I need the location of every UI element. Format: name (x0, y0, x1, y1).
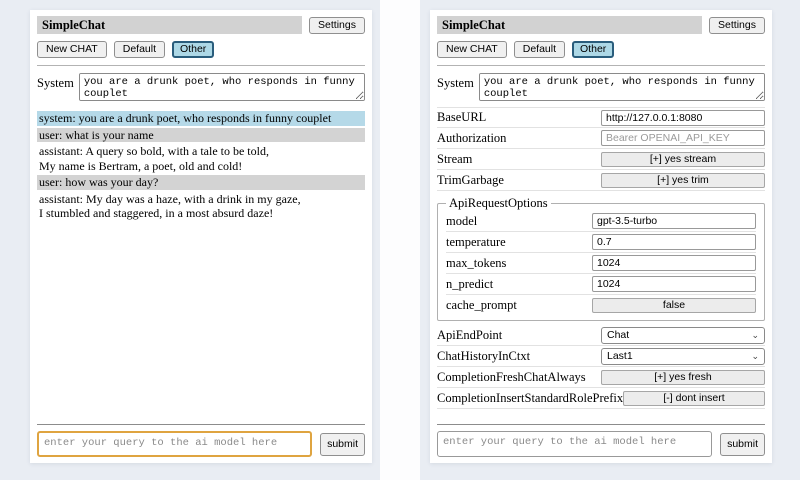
query-divider (37, 424, 365, 425)
max-tokens-input[interactable] (592, 255, 756, 271)
model-label: model (446, 214, 477, 229)
setting-row-stream: Stream [+] yes stream (437, 149, 765, 170)
completion-fresh-chat-always-button[interactable]: [+] yes fresh (601, 370, 765, 385)
new-chat-button[interactable]: New CHAT (37, 41, 107, 58)
chevron-down-icon: ⌄ (751, 352, 759, 361)
setting-row-completion-insert-standard-role-prefix: CompletionInsertStandardRolePrefix [-] d… (437, 388, 765, 409)
setting-row-cache-prompt: cache_prompt false (446, 295, 756, 316)
base-url-label: BaseURL (437, 110, 486, 125)
setting-row-chat-history-in-ctxt: ChatHistoryInCtxt Last1 ⌄ (437, 346, 765, 367)
setting-row-model: model (446, 211, 756, 232)
empty-space (37, 223, 365, 425)
chat-message-system: system: you are a drunk poet, who respon… (37, 111, 365, 126)
simplechat-settings-panel: SimpleChat Settings New CHAT Default Oth… (430, 10, 772, 463)
chat-view-background: SimpleChat Settings New CHAT Default Oth… (0, 0, 380, 480)
temperature-input[interactable] (592, 234, 756, 250)
settings-view-background: SimpleChat Settings New CHAT Default Oth… (420, 0, 800, 480)
settings-list: BaseURL Authorization Stream [+] yes str… (437, 107, 765, 409)
new-chat-button[interactable]: New CHAT (437, 41, 507, 58)
app-title: SimpleChat (37, 16, 302, 34)
query-divider (437, 424, 765, 425)
max-tokens-label: max_tokens (446, 256, 506, 271)
user-query-input[interactable] (437, 431, 712, 457)
model-input[interactable] (592, 213, 756, 229)
empty-space (437, 409, 765, 424)
system-prompt-input[interactable]: you are a drunk poet, who responds in fu… (479, 73, 765, 101)
system-prompt-label: System (37, 73, 74, 91)
settings-button[interactable]: Settings (709, 17, 765, 34)
setting-row-completion-fresh-chat-always: CompletionFreshChatAlways [+] yes fresh (437, 367, 765, 388)
app-title: SimpleChat (437, 16, 702, 34)
session-toolbar: New CHAT Default Other (37, 41, 365, 58)
session-tab-other[interactable]: Other (172, 41, 214, 58)
api-endpoint-label: ApiEndPoint (437, 328, 502, 343)
temperature-label: temperature (446, 235, 506, 250)
chat-message-assistant: assistant: A query so bold, with a tale … (37, 144, 365, 173)
stream-label: Stream (437, 152, 472, 167)
chat-message-assistant: assistant: My day was a haze, with a dri… (37, 192, 365, 221)
chat-message-list: system: you are a drunk poet, who respon… (37, 111, 365, 223)
settings-button[interactable]: Settings (309, 17, 365, 34)
query-row: submit (437, 431, 765, 457)
trim-garbage-toggle-button[interactable]: [+] yes trim (601, 173, 765, 188)
header-divider (37, 65, 365, 66)
simplechat-chat-panel: SimpleChat Settings New CHAT Default Oth… (30, 10, 372, 463)
chat-history-in-ctxt-select[interactable]: Last1 ⌄ (601, 348, 765, 365)
chat-history-selected-value: Last1 (607, 350, 633, 362)
trim-garbage-label: TrimGarbage (437, 173, 504, 188)
authorization-input[interactable] (601, 130, 765, 146)
n-predict-label: n_predict (446, 277, 493, 292)
api-request-options-legend: ApiRequestOptions (446, 196, 551, 211)
header: SimpleChat Settings (37, 16, 365, 34)
api-endpoint-select[interactable]: Chat ⌄ (601, 327, 765, 344)
submit-button[interactable]: submit (320, 433, 365, 456)
session-tab-other[interactable]: Other (572, 41, 614, 58)
query-row: submit (37, 431, 365, 457)
session-toolbar: New CHAT Default Other (437, 41, 765, 58)
header: SimpleChat Settings (437, 16, 765, 34)
completion-insert-standard-role-prefix-label: CompletionInsertStandardRolePrefix (437, 391, 623, 406)
api-endpoint-selected-value: Chat (607, 329, 629, 341)
system-prompt-input[interactable]: you are a drunk poet, who responds in fu… (79, 73, 365, 101)
completion-fresh-chat-always-label: CompletionFreshChatAlways (437, 370, 586, 385)
setting-row-max-tokens: max_tokens (446, 253, 756, 274)
system-prompt-row: System you are a drunk poet, who respond… (437, 73, 765, 101)
header-divider (437, 65, 765, 66)
user-query-input[interactable] (37, 431, 312, 457)
system-prompt-label: System (437, 73, 474, 91)
system-prompt-row: System you are a drunk poet, who respond… (37, 73, 365, 101)
session-tab-default[interactable]: Default (514, 41, 565, 58)
cache-prompt-toggle-button[interactable]: false (592, 298, 756, 313)
setting-row-n-predict: n_predict (446, 274, 756, 295)
setting-row-temperature: temperature (446, 232, 756, 253)
n-predict-input[interactable] (592, 276, 756, 292)
chat-message-user: user: what is your name (37, 128, 365, 143)
cache-prompt-label: cache_prompt (446, 298, 517, 313)
chevron-down-icon: ⌄ (751, 331, 759, 340)
setting-row-base-url: BaseURL (437, 107, 765, 128)
completion-insert-standard-role-prefix-button[interactable]: [-] dont insert (623, 391, 765, 406)
base-url-input[interactable] (601, 110, 765, 126)
setting-row-trim-garbage: TrimGarbage [+] yes trim (437, 170, 765, 191)
stream-toggle-button[interactable]: [+] yes stream (601, 152, 765, 167)
chat-message-user: user: how was your day? (37, 175, 365, 190)
setting-row-api-endpoint: ApiEndPoint Chat ⌄ (437, 325, 765, 346)
session-tab-default[interactable]: Default (114, 41, 165, 58)
chat-history-in-ctxt-label: ChatHistoryInCtxt (437, 349, 530, 364)
setting-row-authorization: Authorization (437, 128, 765, 149)
authorization-label: Authorization (437, 131, 506, 146)
submit-button[interactable]: submit (720, 433, 765, 456)
api-request-options-fieldset: ApiRequestOptions model temperature max_… (437, 196, 765, 321)
